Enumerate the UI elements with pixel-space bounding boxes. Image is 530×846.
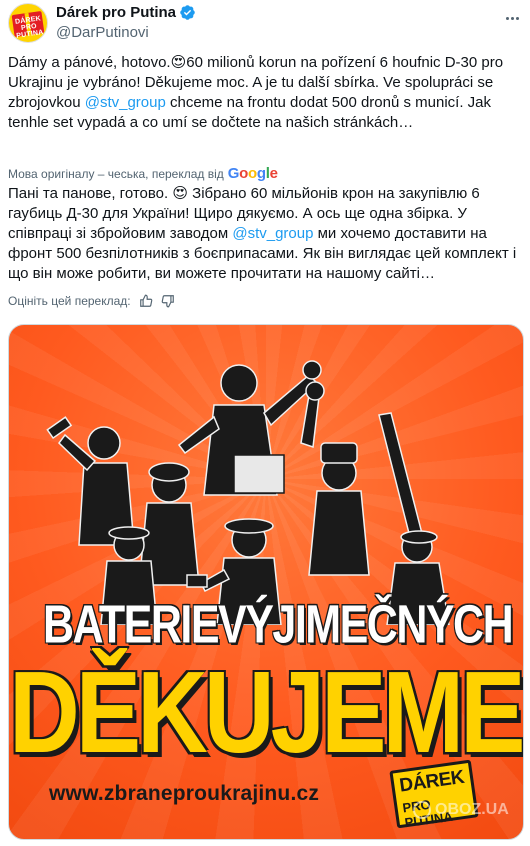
more-options-icon[interactable] — [502, 8, 522, 28]
verified-badge-icon[interactable] — [179, 4, 196, 21]
tweet-header: DÁREK PRO PUTINA Dárek pro Putina @DarPu… — [8, 0, 522, 48]
rate-translation-label: Оцініть цей переклад: — [8, 294, 131, 308]
thumbs-down-icon[interactable] — [161, 294, 175, 308]
name-row: Dárek pro Putina — [56, 4, 196, 21]
headline-main: DĚKUJEME!!! — [9, 647, 523, 777]
avatar[interactable]: DÁREK PRO PUTINA — [8, 3, 48, 43]
mention-link[interactable]: @stv_group — [85, 94, 166, 111]
thumbs-up-icon[interactable] — [139, 294, 153, 308]
translation-note-text: Мова оригіналу – чеська, переклад від — [8, 166, 224, 181]
tweet-image[interactable]: BATERIE VÝJIMEČNÝCH DĚKUJEME!!! www.zbra… — [8, 324, 524, 840]
rate-translation-row: Оцініть цей переклад: — [8, 294, 175, 308]
handle[interactable]: @DarPutinovi — [56, 24, 149, 41]
display-name[interactable]: Dárek pro Putina — [56, 4, 176, 21]
translation-note: Мова оригіналу – чеська, переклад від Go… — [8, 165, 278, 182]
tweet-text: Dámy a pánové, hotovo.😍60 milionů korun … — [8, 53, 522, 133]
poster-website: www.zbraneproukrajinu.cz — [49, 782, 320, 805]
translated-text: Пані та панове, готово. 😍 Зібрано 60 міл… — [8, 184, 522, 284]
soldiers-illustration — [46, 360, 450, 625]
avatar-logo-text: DÁREK PRO PUTINA — [14, 15, 44, 40]
translated-mention-link[interactable]: @stv_group — [232, 225, 313, 242]
google-logo[interactable]: Google — [228, 165, 278, 182]
watermark-text: OBOZ.UA — [435, 801, 509, 818]
watermark: OBOZ.UA — [413, 801, 509, 819]
headline-top: BATERIE VÝJIMEČNÝCH — [9, 595, 523, 655]
watermark-logo-icon — [413, 801, 431, 819]
